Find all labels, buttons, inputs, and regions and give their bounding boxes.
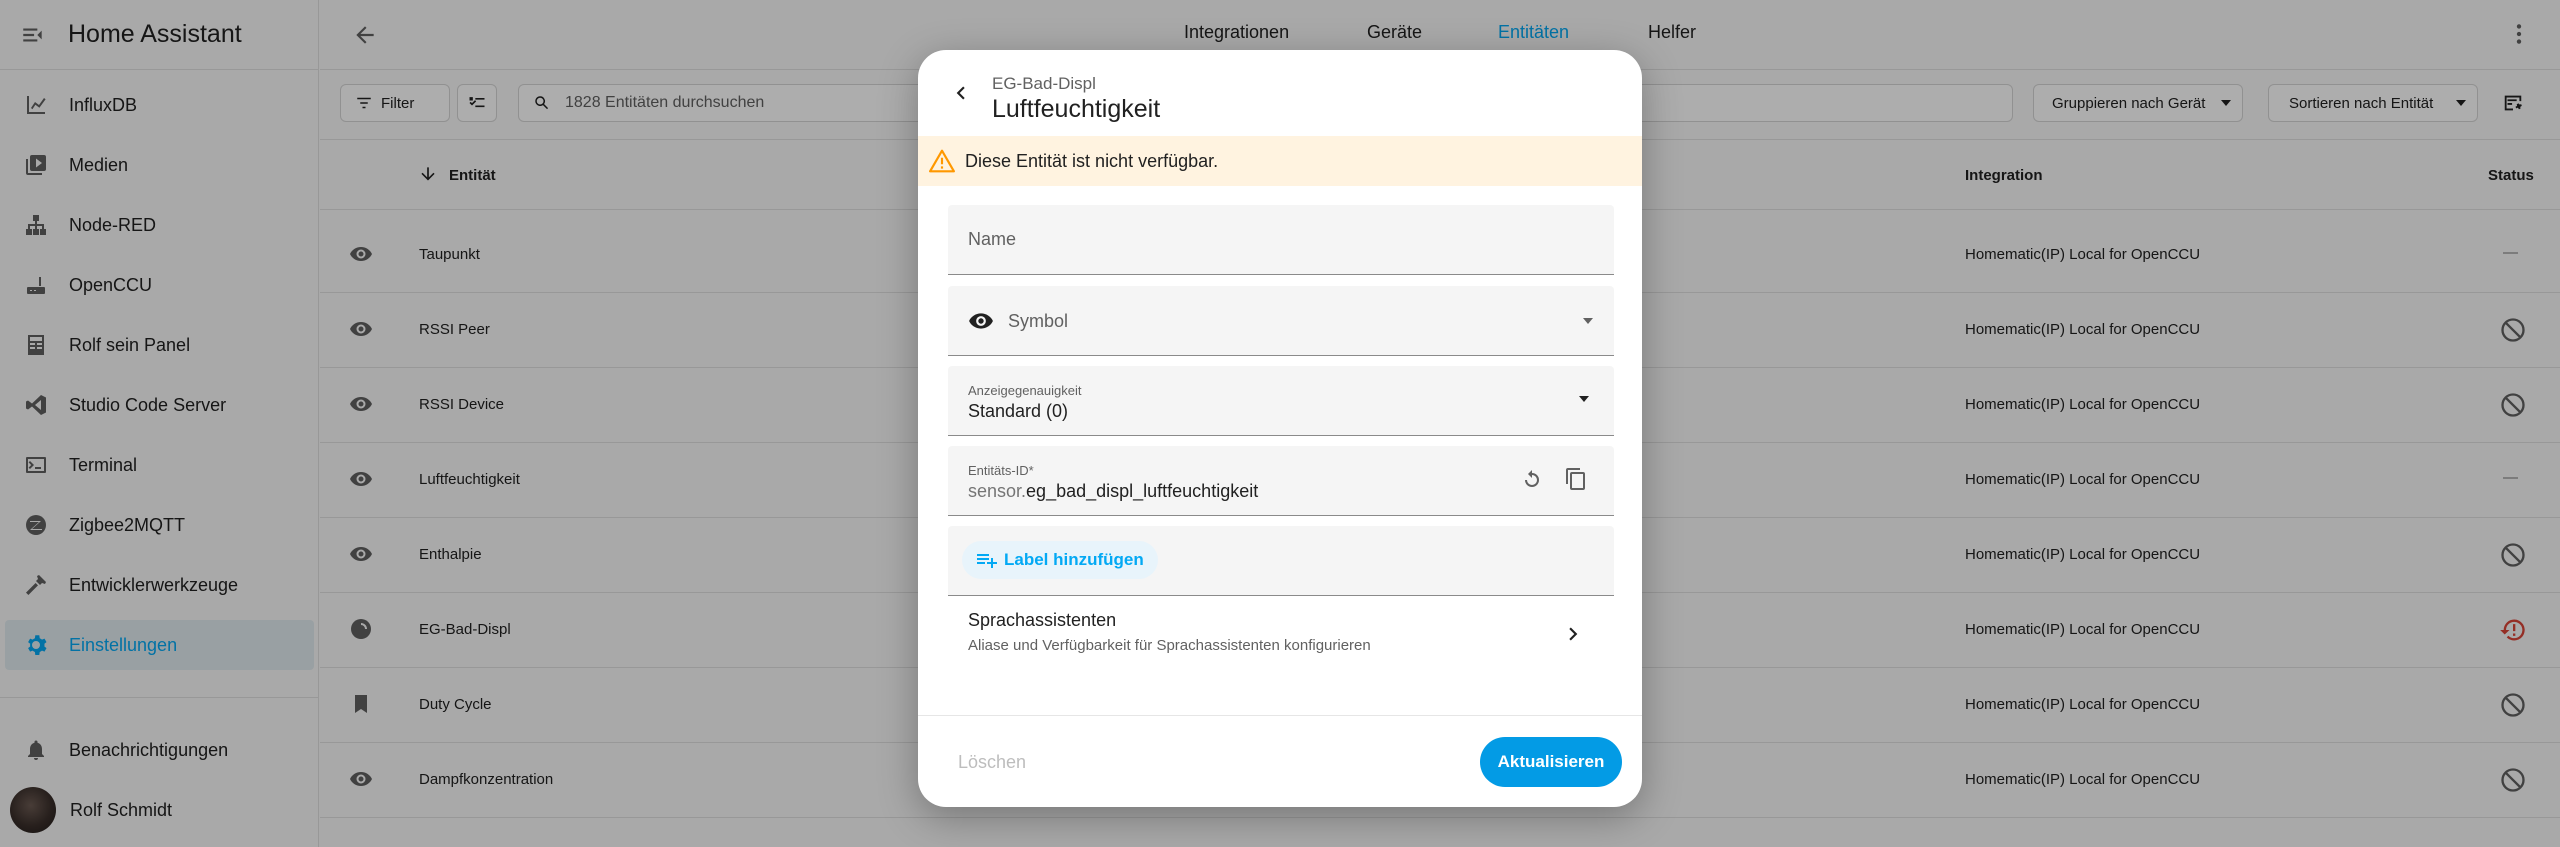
- entity-settings-dialog: EG-Bad-Displ Luftfeuchtigkeit Diese Enti…: [918, 50, 1642, 807]
- precision-value: Standard (0): [968, 401, 1069, 421]
- delete-button[interactable]: Löschen: [958, 752, 1026, 773]
- copy-icon[interactable]: [1564, 467, 1588, 491]
- symbol-picker[interactable]: Symbol: [948, 286, 1614, 356]
- add-label-text: Label hinzufügen: [1004, 550, 1144, 569]
- dropdown-arrow-icon: [1578, 395, 1590, 403]
- precision-label: Anzeigegenauigkeit: [968, 383, 1082, 398]
- back-chevron-icon[interactable]: [948, 80, 974, 106]
- entity-id-prefix: sensor.: [968, 481, 1027, 501]
- warning-icon: [929, 148, 955, 174]
- dropdown-arrow-icon: [1582, 317, 1594, 325]
- update-button[interactable]: Aktualisieren: [1480, 737, 1622, 787]
- dialog-footer-divider: [918, 715, 1642, 716]
- voice-assistants-row[interactable]: Sprachassistenten Aliase und Verfügbarke…: [948, 595, 1614, 685]
- restore-icon[interactable]: [1520, 468, 1544, 492]
- warning-banner: Diese Entität ist nicht verfügbar.: [918, 136, 1642, 186]
- warning-text: Diese Entität ist nicht verfügbar.: [965, 150, 1219, 171]
- name-field-label: Name: [968, 229, 1017, 249]
- entity-id-field[interactable]: Entitäts-ID* sensor.eg_bad_displ_luftfeu…: [948, 446, 1614, 516]
- dialog-title: Luftfeuchtigkeit: [992, 95, 1161, 123]
- chevron-right-icon: [1560, 621, 1586, 647]
- voice-assistants-desc: Aliase und Verfügbarkeit für Sprachassis…: [968, 637, 1371, 654]
- entity-id-value: sensor.eg_bad_displ_luftfeuchtigkeit: [968, 481, 1258, 502]
- entity-id-text: eg_bad_displ_luftfeuchtigkeit: [1026, 481, 1259, 501]
- precision-select[interactable]: Anzeigegenauigkeit Standard (0): [948, 366, 1614, 436]
- playlist-add-icon: [974, 548, 998, 572]
- name-field[interactable]: Name: [948, 205, 1614, 275]
- voice-assistants-title: Sprachassistenten: [968, 610, 1117, 630]
- eye-icon: [968, 308, 994, 334]
- labels-field: Label hinzufügen: [948, 526, 1614, 596]
- symbol-field-label: Symbol: [1008, 311, 1069, 331]
- add-label-button[interactable]: Label hinzufügen: [962, 541, 1158, 579]
- entity-id-label: Entitäts-ID*: [968, 463, 1034, 478]
- dialog-subtitle: EG-Bad-Displ: [992, 74, 1096, 93]
